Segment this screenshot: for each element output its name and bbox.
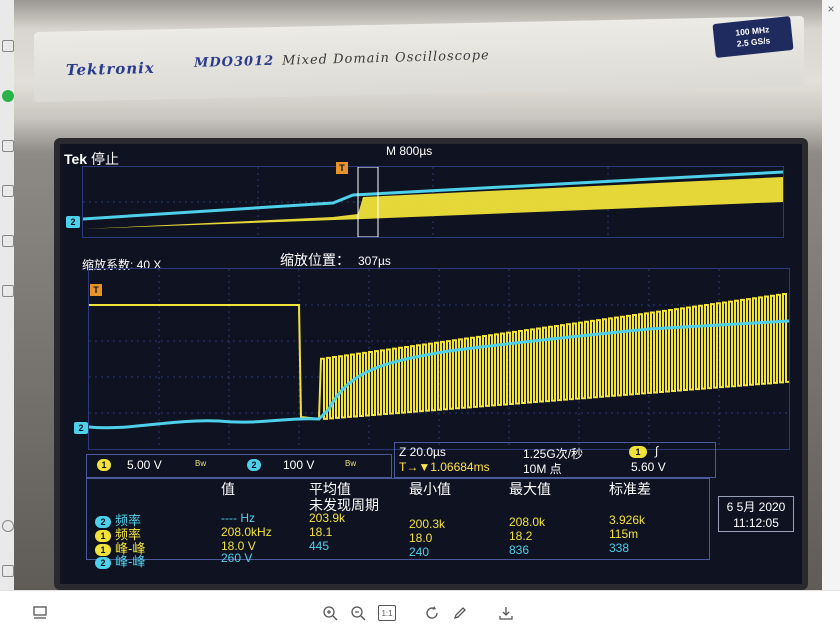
timebase-label: M 800µs bbox=[386, 144, 433, 158]
share-icon[interactable] bbox=[2, 140, 14, 152]
acquisition-panel: Z 20.0µs T→▼1.06684ms 1.25G次/秒 10M 点 1 ∫… bbox=[394, 442, 716, 478]
meas-cell: 445 bbox=[309, 539, 330, 553]
trigger-slope-icon: ∫ bbox=[655, 444, 659, 458]
meas-cell: 208.0k bbox=[509, 515, 546, 529]
meas-cell: 18.1 bbox=[309, 525, 333, 539]
app-icon[interactable] bbox=[2, 40, 14, 52]
oscilloscope-photo: Tektronix MDO3012 Mixed Domain Oscillosco… bbox=[14, 0, 822, 590]
meas-cell: 18.0 bbox=[409, 531, 433, 545]
meas-header-max: 最大值 bbox=[509, 481, 551, 497]
download-icon[interactable] bbox=[496, 603, 516, 623]
meas-cell: 836 bbox=[509, 543, 530, 557]
meas-cell: 3.926k bbox=[609, 513, 646, 527]
image-viewer: Tektronix MDO3012 Mixed Domain Oscillosco… bbox=[0, 0, 840, 637]
acq-trigger-position: T→▼1.06684ms bbox=[399, 460, 490, 474]
meas-header-value: 值 bbox=[221, 481, 235, 497]
zoom-out-icon[interactable] bbox=[348, 603, 368, 623]
model-number: MDO3012 bbox=[193, 53, 275, 71]
layout-icon[interactable] bbox=[30, 603, 50, 623]
overview-trigger-marker: T bbox=[336, 162, 348, 174]
meas-cell: 203.9k bbox=[309, 511, 346, 525]
main-ch2-marker: 2 bbox=[74, 422, 88, 434]
info-icon[interactable] bbox=[2, 520, 14, 532]
zoomed-waveform bbox=[88, 268, 790, 450]
meas-cell: 260 V bbox=[221, 551, 253, 565]
brand-logo: Tektronix bbox=[65, 58, 155, 80]
meas-cell: 338 bbox=[609, 541, 630, 555]
viewer-toolbar: 1:1 bbox=[0, 590, 840, 637]
right-edge-strip bbox=[822, 0, 840, 590]
ch1-bw-limit: Bw bbox=[195, 459, 207, 468]
time-label: 11:12:05 bbox=[733, 516, 779, 530]
ch1-scale: 5.00 V bbox=[127, 458, 162, 472]
meas-cell: 18.2 bbox=[509, 529, 533, 543]
date-time-display: 6 5月 2020 11:12:05 bbox=[718, 496, 794, 532]
scope-brand: Tek bbox=[64, 151, 88, 167]
overview-ch2-marker: 2 bbox=[66, 216, 80, 228]
acq-zoom-time: Z 20.0µs bbox=[399, 445, 446, 459]
link-icon[interactable] bbox=[2, 285, 14, 297]
trigger-source-pill: 1 bbox=[629, 446, 647, 458]
ch2-scale: 100 V bbox=[283, 458, 315, 472]
meas-cell: ---- Hz bbox=[221, 511, 255, 525]
meas-cell: 200.3k bbox=[409, 517, 446, 531]
meas-header-std: 标准差 bbox=[609, 481, 651, 497]
date-label: 6 5月 2020 bbox=[726, 500, 786, 514]
channel-settings-bar: 1 5.00 V Bw 2 100 V Bw bbox=[86, 454, 392, 478]
scope-status: 停止 bbox=[90, 151, 119, 167]
ch1-pill[interactable]: 1 bbox=[97, 459, 111, 471]
zoom-position-label: 缩放位置： bbox=[280, 252, 350, 268]
bottom-icon[interactable] bbox=[2, 565, 14, 577]
meas-cell: 240 bbox=[409, 545, 430, 559]
zoom-position: 缩放位置： 307µs bbox=[280, 250, 391, 270]
overview-waveform bbox=[82, 166, 784, 238]
ch2-bw-limit: Bw bbox=[345, 459, 357, 468]
cube-icon[interactable] bbox=[2, 185, 14, 197]
acq-record-length: 10M 点 bbox=[523, 462, 562, 476]
rotate-icon[interactable] bbox=[422, 603, 442, 623]
grid-icon[interactable] bbox=[2, 235, 14, 247]
meas-cell: 115m bbox=[609, 527, 639, 541]
left-app-strip bbox=[0, 0, 15, 590]
scope-screen: Tek 停止 M 800µs 2 T 缩放系数: 40 X 缩放位置： 307µs bbox=[54, 138, 808, 590]
actual-size-button[interactable]: 1:1 bbox=[378, 605, 396, 621]
meas-row-label: 2 峰-峰 bbox=[95, 551, 145, 570]
meas-cell: 208.0kHz bbox=[221, 525, 272, 539]
green-status-icon[interactable] bbox=[2, 90, 14, 102]
meas-header-min: 最小值 bbox=[409, 481, 451, 497]
edit-icon[interactable] bbox=[450, 603, 470, 623]
trigger-level: 5.60 V bbox=[631, 460, 666, 474]
measurement-table: 值 平均值 未发现周期 最小值 最大值 标准差 2 频率 ---- Hz 1 频率 … bbox=[86, 478, 710, 569]
zoom-in-icon[interactable] bbox=[320, 603, 340, 623]
zoom-position-value: 307µs bbox=[358, 254, 391, 268]
ch2-pill[interactable]: 2 bbox=[247, 459, 261, 471]
main-trigger-marker: T bbox=[90, 284, 102, 296]
close-icon[interactable]: × bbox=[824, 2, 838, 16]
